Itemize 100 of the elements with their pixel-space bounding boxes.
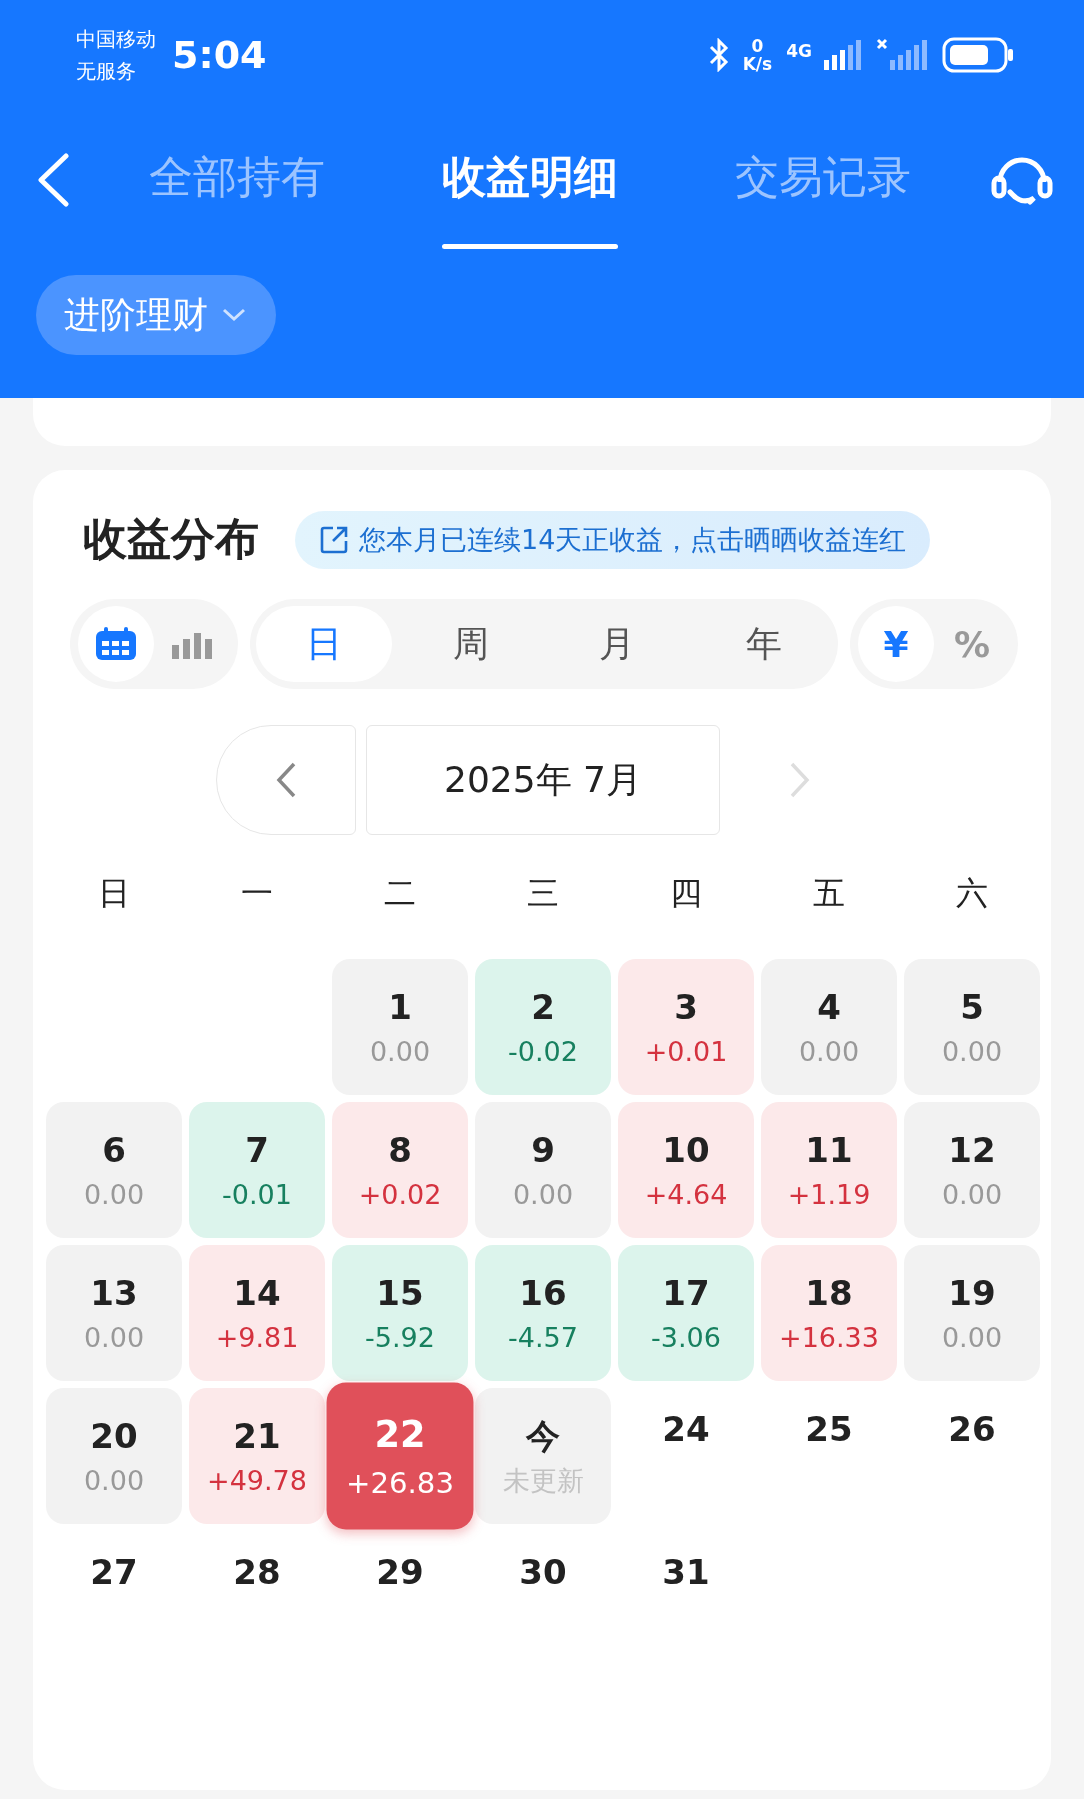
daily-income: -0.01 (222, 1178, 292, 1212)
calendar-day[interactable]: 4 0.00 (761, 959, 897, 1095)
calendar-day[interactable]: 7 -0.01 (189, 1102, 325, 1238)
daily-income: -5.92 (365, 1321, 435, 1355)
calendar-day[interactable]: 9 0.00 (475, 1102, 611, 1238)
day-number: 2 (531, 986, 555, 1029)
bluetooth-icon (708, 38, 729, 72)
calendar-day[interactable]: 27 (46, 1531, 182, 1667)
day-number: 17 (662, 1272, 710, 1315)
calendar-day[interactable]: 19 0.00 (904, 1245, 1040, 1381)
battery-icon (942, 37, 1014, 73)
day-number: 12 (948, 1129, 996, 1172)
weekday-label: 六 (955, 873, 989, 914)
day-number: 15 (376, 1272, 424, 1315)
day-number: 25 (805, 1408, 853, 1451)
weekday-label: 四 (669, 873, 703, 914)
day-number: 16 (519, 1272, 567, 1315)
day-number: 30 (519, 1551, 567, 1594)
calendar-day[interactable]: 18 +16.33 (761, 1245, 897, 1381)
calendar-day[interactable]: 28 (189, 1531, 325, 1667)
daily-income: 0.00 (941, 1035, 1003, 1069)
daily-income: +0.01 (644, 1035, 728, 1069)
day-number: 19 (948, 1272, 996, 1315)
tab[interactable]: 收益明细 (442, 133, 618, 227)
streak-banner[interactable]: 您本月已连续14天正收益，点击晒晒收益连红 (295, 510, 931, 569)
calendar-view-icon[interactable] (78, 606, 154, 682)
calendar-day[interactable]: 10 +4.64 (618, 1102, 754, 1238)
weekday-label: 五 (812, 873, 846, 914)
day-number: 14 (233, 1272, 281, 1315)
calendar-day[interactable]: 3 +0.01 (618, 959, 754, 1095)
daily-income: +1.19 (787, 1178, 871, 1212)
clock-time: 5:04 (172, 33, 267, 77)
day-number: 11 (805, 1129, 853, 1172)
weekday-label: 日 (97, 873, 131, 914)
calendar-day[interactable]: 11 +1.19 (761, 1102, 897, 1238)
day-number: 21 (233, 1415, 281, 1458)
day-number: 22 (374, 1411, 426, 1458)
daily-income: 0.00 (941, 1321, 1003, 1355)
daily-income: +9.81 (215, 1321, 299, 1355)
day-number: 26 (948, 1408, 996, 1451)
carrier-name: 中国移动 (76, 26, 156, 53)
day-number: 7 (245, 1129, 269, 1172)
period-tab[interactable]: 年 (695, 606, 832, 682)
calendar-day[interactable]: 5 0.00 (904, 959, 1040, 1095)
day-number: 1 (388, 986, 412, 1029)
chevron-down-icon (222, 308, 246, 322)
unit-option[interactable]: ¥ (858, 606, 934, 682)
daily-income: 0.00 (83, 1464, 145, 1498)
calendar-day[interactable]: 22 +26.83 (326, 1382, 474, 1530)
daily-income: +16.33 (779, 1321, 879, 1355)
calendar-day[interactable]: 6 0.00 (46, 1102, 182, 1238)
calendar-day[interactable]: 13 0.00 (46, 1245, 182, 1381)
calendar-day[interactable]: 1 0.00 (332, 959, 468, 1095)
calendar-day[interactable]: 20 0.00 (46, 1388, 182, 1524)
speed-unit: K/s (742, 55, 773, 73)
day-number: 9 (531, 1129, 555, 1172)
calendar-day[interactable]: 14 +9.81 (189, 1245, 325, 1381)
day-number: 29 (376, 1551, 424, 1594)
day-number: 18 (805, 1272, 853, 1315)
daily-income: 0.00 (798, 1035, 860, 1069)
period-tab[interactable]: 周 (402, 606, 539, 682)
day-number: 10 (662, 1129, 710, 1172)
day-number: 今 (526, 1415, 560, 1458)
period-tab[interactable]: 月 (549, 606, 686, 682)
daily-income: 0.00 (941, 1178, 1003, 1212)
calendar-day[interactable]: 24 (618, 1388, 754, 1524)
day-number: 28 (233, 1551, 281, 1594)
period-tab[interactable]: 日 (256, 606, 392, 682)
calendar-day[interactable]: 8 +0.02 (332, 1102, 468, 1238)
day-number: 4 (817, 986, 841, 1029)
calendar-day[interactable]: 31 (618, 1531, 754, 1667)
calendar-day[interactable]: 2 -0.02 (475, 959, 611, 1095)
no-signal-icon (876, 38, 928, 72)
daily-income: -4.57 (508, 1321, 578, 1355)
daily-income: -3.06 (651, 1321, 721, 1355)
calendar-day[interactable]: 29 (332, 1531, 468, 1667)
calendar-day[interactable]: 25 (761, 1388, 897, 1524)
month-label: 2025年 7月 (366, 725, 720, 835)
day-number: 13 (90, 1272, 138, 1315)
calendar-day[interactable]: 16 -4.57 (475, 1245, 611, 1381)
day-number: 8 (388, 1129, 412, 1172)
calendar-day[interactable]: 15 -5.92 (332, 1245, 468, 1381)
daily-income: +26.83 (346, 1464, 454, 1502)
daily-income: 0.00 (369, 1035, 431, 1069)
day-number: 27 (90, 1551, 138, 1594)
day-number: 20 (90, 1415, 138, 1458)
day-number: 31 (662, 1551, 710, 1594)
calendar-day[interactable]: 21 +49.78 (189, 1388, 325, 1524)
calendar-day[interactable]: 12 0.00 (904, 1102, 1040, 1238)
daily-income: -0.02 (508, 1035, 578, 1069)
weekday-label: 二 (383, 873, 417, 914)
calendar-day[interactable]: 17 -3.06 (618, 1245, 754, 1381)
chevron-left-icon (275, 761, 297, 799)
daily-income: +49.78 (207, 1464, 307, 1498)
back-icon[interactable] (36, 153, 70, 207)
service-status: 无服务 (76, 58, 137, 85)
calendar-day[interactable]: 26 (904, 1388, 1040, 1524)
calendar-day[interactable]: 30 (475, 1531, 611, 1667)
weekday-label: 一 (240, 873, 274, 914)
day-number: 5 (960, 986, 984, 1029)
